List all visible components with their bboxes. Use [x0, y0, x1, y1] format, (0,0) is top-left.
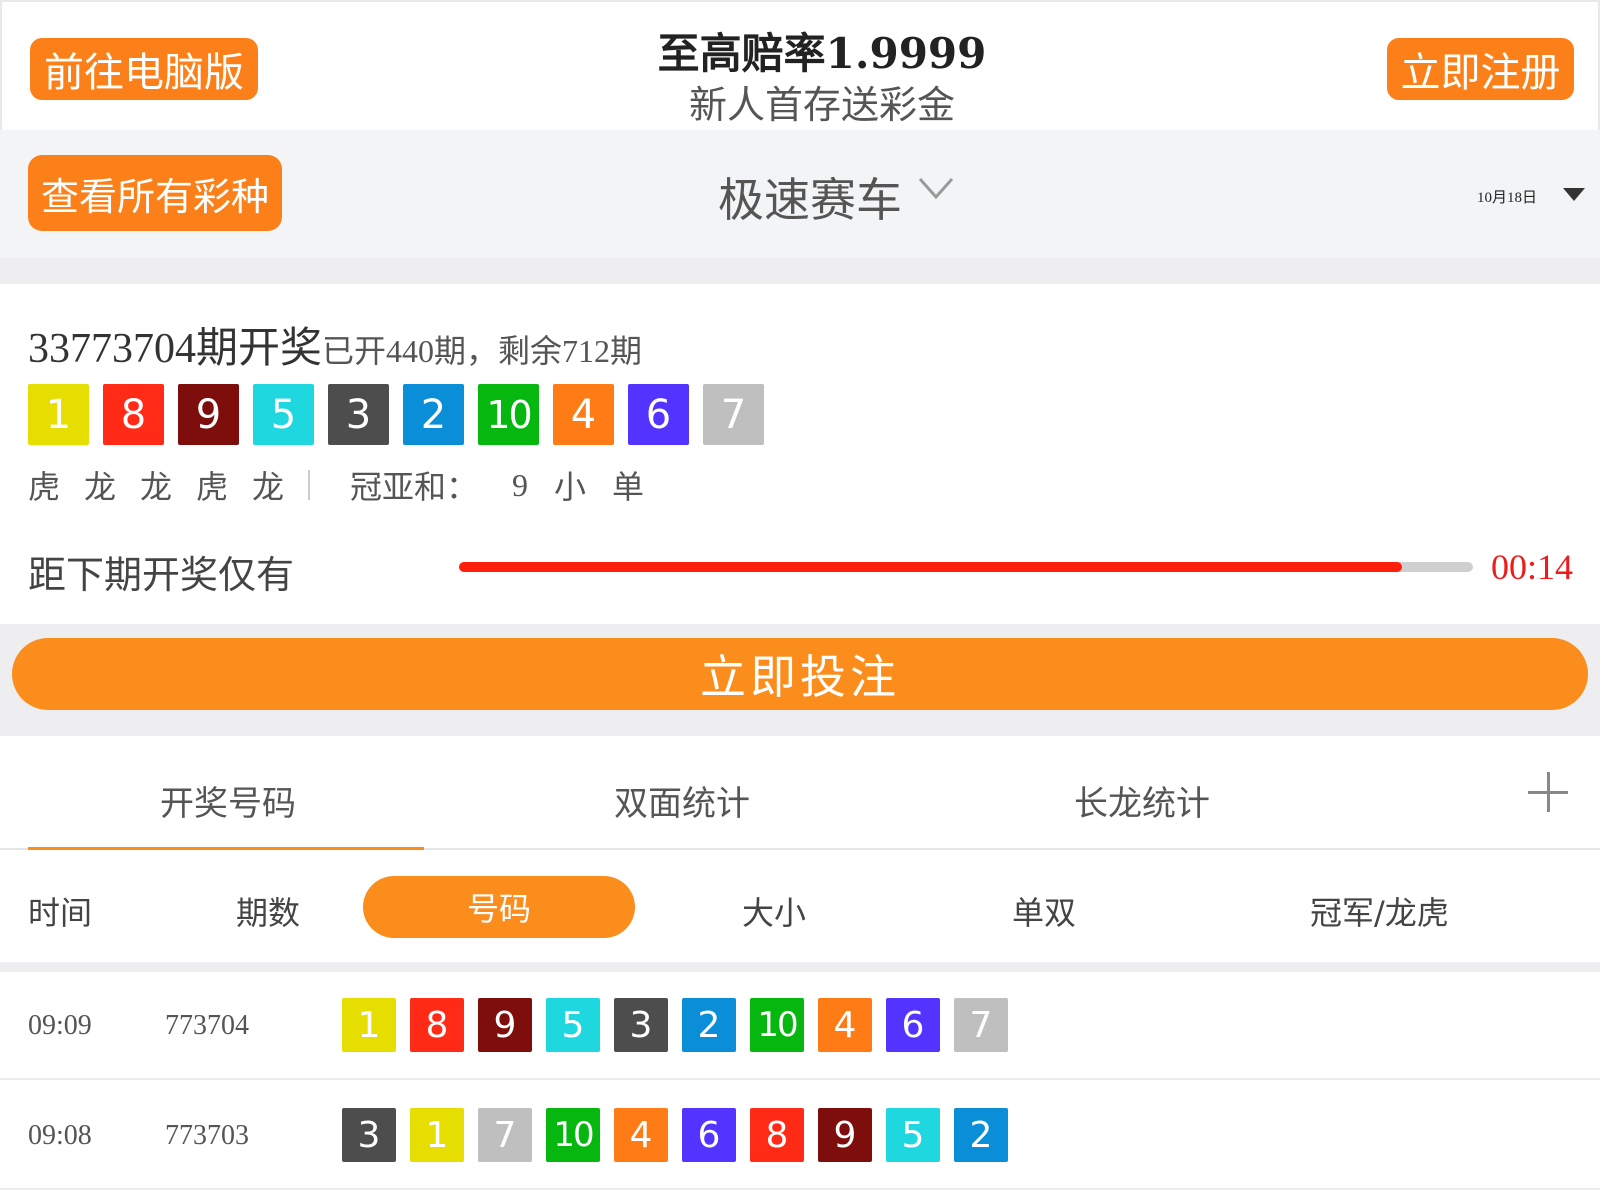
- number-ball: 10: [478, 384, 539, 445]
- row-time: 09:09: [28, 1010, 92, 1041]
- sum-size: 小: [554, 468, 587, 506]
- bet-bar: 立即投注: [0, 624, 1600, 736]
- number-ball: 9: [818, 1108, 872, 1162]
- number-ball: 6: [886, 998, 940, 1052]
- number-ball: 2: [954, 1108, 1008, 1162]
- table-row: 09:09 773704 1 8 9 5 3 2 10 4 6 7: [0, 972, 1600, 1080]
- draw-attributes: 虎 龙 龙 虎 龙 冠亚和： 9 小 单: [28, 462, 670, 508]
- dragon-tiger-3: 龙: [140, 468, 173, 506]
- number-ball: 8: [103, 384, 164, 445]
- bet-now-button[interactable]: 立即投注: [12, 638, 1588, 710]
- number-ball: 4: [553, 384, 614, 445]
- number-ball: 5: [546, 998, 600, 1052]
- sum-parity: 单: [612, 468, 645, 506]
- row-issue: 773704: [165, 1010, 249, 1041]
- number-ball: 1: [342, 998, 396, 1052]
- number-ball: 7: [703, 384, 764, 445]
- plus-icon[interactable]: [1528, 772, 1568, 812]
- tab-long-dragon-stats[interactable]: 长龙统计: [1074, 776, 1210, 825]
- game-name-dropdown[interactable]: 极速赛车: [718, 164, 902, 230]
- number-ball: 8: [750, 1108, 804, 1162]
- countdown-progress-fill: [459, 562, 1403, 572]
- number-ball: 7: [478, 1108, 532, 1162]
- caret-down-icon[interactable]: [1563, 188, 1585, 201]
- number-ball: 1: [28, 384, 89, 445]
- register-button[interactable]: 立即注册: [1387, 38, 1574, 100]
- row-time: 09:08: [28, 1120, 92, 1151]
- dragon-tiger-5: 龙: [252, 468, 285, 506]
- number-ball: 3: [342, 1108, 396, 1162]
- number-ball: 6: [682, 1108, 736, 1162]
- number-ball: 2: [682, 998, 736, 1052]
- row-numbers: 3 1 7 10 4 6 8 9 5 2: [342, 1108, 1022, 1162]
- table-row: 09:08 773703 3 1 7 10 4 6 8 9 5 2: [0, 1082, 1600, 1190]
- number-ball: 2: [403, 384, 464, 445]
- number-ball: 5: [886, 1108, 940, 1162]
- row-issue: 773703: [165, 1120, 249, 1151]
- column-time: 时间: [28, 894, 93, 932]
- promo-title: 至高赔率1.9999: [657, 29, 987, 78]
- countdown-time: 00:14: [1491, 547, 1574, 587]
- number-ball: 7: [954, 998, 1008, 1052]
- filter-parity-button[interactable]: 单双: [1012, 888, 1076, 934]
- number-ball: 10: [750, 998, 804, 1052]
- chevron-down-icon[interactable]: [918, 176, 954, 200]
- all-games-button[interactable]: 查看所有彩种: [28, 155, 282, 231]
- column-issue: 期数: [236, 894, 301, 932]
- filter-numbers-button[interactable]: 号码: [363, 876, 635, 938]
- number-ball: 9: [178, 384, 239, 445]
- number-ball: 8: [410, 998, 464, 1052]
- countdown-progress: [459, 562, 1473, 572]
- issue-info: 已开440期，剩余712期: [322, 333, 643, 369]
- promo-subtitle: 新人首存送彩金: [688, 83, 955, 127]
- row-numbers: 1 8 9 5 3 2 10 4 6 7: [342, 998, 1022, 1052]
- attr-separator: [308, 470, 310, 500]
- number-ball: 1: [410, 1108, 464, 1162]
- number-ball: 5: [253, 384, 314, 445]
- number-ball: 10: [546, 1108, 600, 1162]
- tab-two-sided-stats[interactable]: 双面统计: [614, 776, 750, 825]
- game-selector-bar: 查看所有彩种 极速赛车 10月18日: [0, 130, 1600, 258]
- countdown-label: 距下期开奖仅有: [28, 553, 295, 597]
- filter-size-button[interactable]: 大小: [742, 888, 806, 934]
- current-draw-panel: 33773704期开奖已开440期，剩余712期 1 8 9 5 3 2 10 4 6 7 虎 龙…: [0, 284, 1600, 624]
- draw-numbers: 1 8 9 5 3 2 10 4 6 7: [28, 384, 778, 445]
- number-ball: 4: [614, 1108, 668, 1162]
- date-selector[interactable]: 10月18日: [1477, 186, 1537, 207]
- section-divider: [0, 962, 1600, 972]
- number-ball: 3: [328, 384, 389, 445]
- section-divider: [0, 258, 1600, 284]
- issue-line: 33773704期开奖已开440期，剩余712期: [28, 314, 642, 375]
- top-bar: 前往电脑版 至高赔率1.9999 新人首存送彩金 立即注册: [0, 0, 1600, 130]
- filter-champion-dragon-tiger-button[interactable]: 冠军/龙虎: [1310, 888, 1449, 934]
- dragon-tiger-4: 虎: [196, 468, 229, 506]
- dragon-tiger-1: 虎: [28, 468, 61, 506]
- issue-title: 33773704期开奖: [28, 326, 323, 372]
- number-ball: 6: [628, 384, 689, 445]
- stats-tabs: 开奖号码 双面统计 长龙统计: [0, 736, 1600, 850]
- sum-label: 冠亚和：: [350, 468, 479, 506]
- number-ball: 3: [614, 998, 668, 1052]
- dragon-tiger-2: 龙: [84, 468, 117, 506]
- number-ball: 4: [818, 998, 872, 1052]
- number-ball: 9: [478, 998, 532, 1052]
- results-column-header: 时间 期数 号码 大小 单双 冠军/龙虎: [0, 850, 1600, 962]
- sum-value: 9: [512, 466, 529, 503]
- tab-draw-numbers[interactable]: 开奖号码: [160, 776, 296, 825]
